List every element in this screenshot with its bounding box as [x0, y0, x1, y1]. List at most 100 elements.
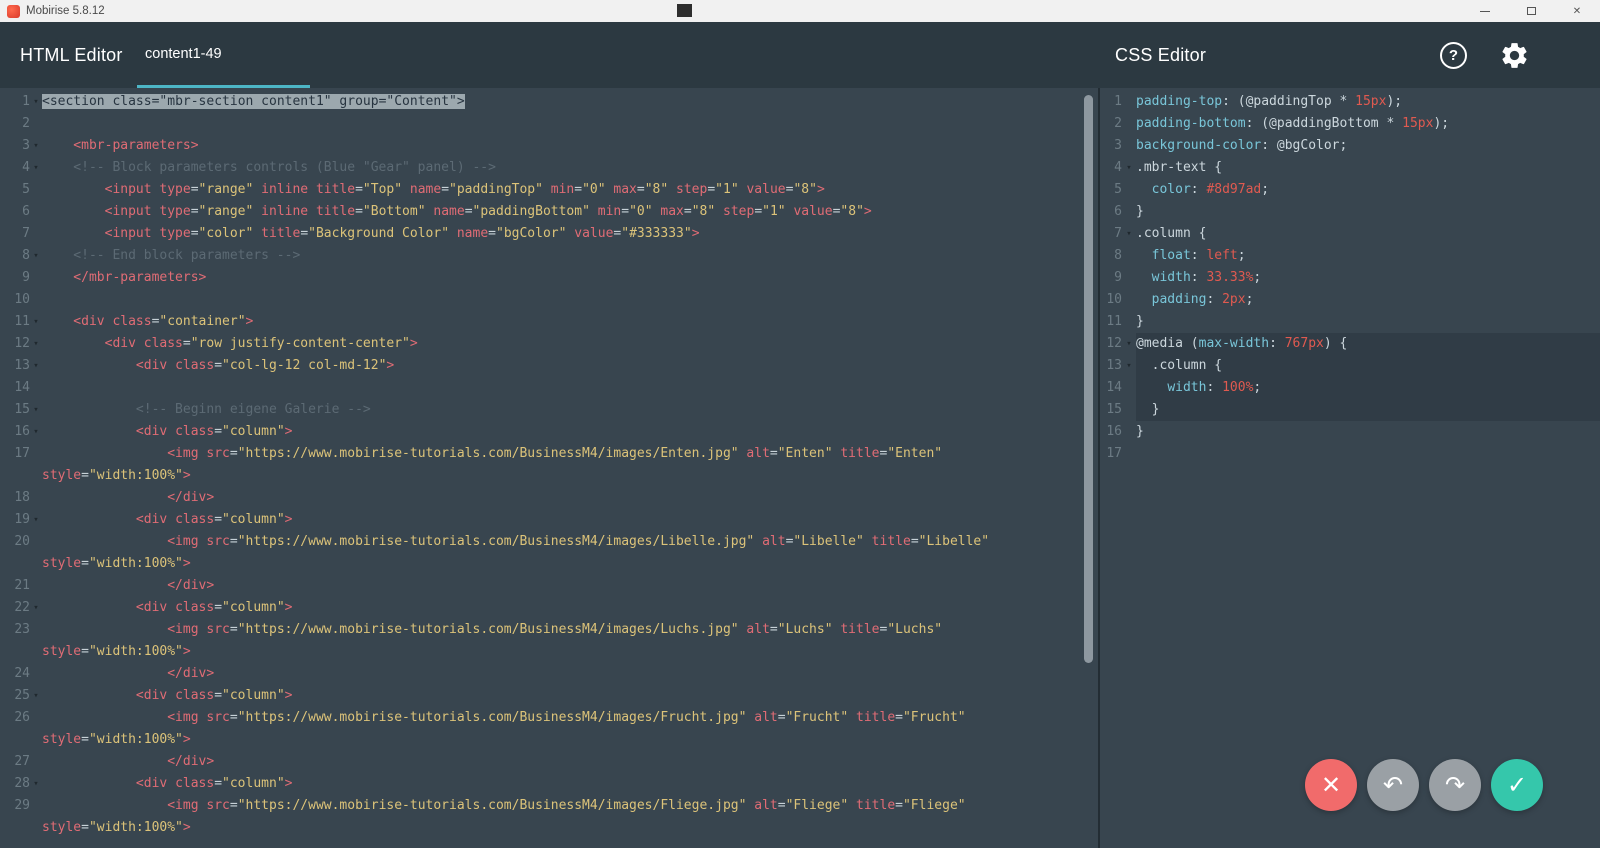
fold-arrow-icon[interactable]: ▾: [30, 773, 42, 795]
code-line-14[interactable]: 14: [0, 377, 1098, 399]
html-editor-title: HTML Editor: [20, 22, 123, 88]
code-line-wrap[interactable]: style="width:100%">: [0, 553, 1098, 575]
code-line-19[interactable]: 19▾ <div class="column">: [0, 509, 1098, 531]
line-number: 27: [0, 751, 30, 773]
fold-arrow-icon[interactable]: ▾: [30, 245, 42, 267]
code-line-3[interactable]: 3▾ <mbr-parameters>: [0, 135, 1098, 157]
line-number: 3: [1100, 135, 1122, 157]
fold-arrow-icon[interactable]: ▾: [30, 91, 42, 113]
code-line-4[interactable]: 4▾.mbr-text {: [1100, 157, 1600, 179]
code-line-16[interactable]: 16}: [1100, 421, 1600, 443]
code-line-8[interactable]: 8 float: left;: [1100, 245, 1600, 267]
code-line-10[interactable]: 10: [0, 289, 1098, 311]
help-icon[interactable]: ?: [1440, 42, 1467, 69]
save-button[interactable]: ✓: [1491, 759, 1543, 811]
fold-arrow-icon[interactable]: ▾: [30, 333, 42, 355]
code-line-20[interactable]: 20 <img src="https://www.mobirise-tutori…: [0, 531, 1098, 553]
fold-arrow-icon[interactable]: ▾: [1122, 157, 1136, 179]
code-line-17[interactable]: 17: [1100, 443, 1600, 465]
code-line-16[interactable]: 16▾ <div class="column">: [0, 421, 1098, 443]
code-line-wrap[interactable]: style="width:100%">: [0, 641, 1098, 663]
code-line-23[interactable]: 23 <img src="https://www.mobirise-tutori…: [0, 619, 1098, 641]
css-editor-title: CSS Editor: [1115, 22, 1206, 88]
html-editor-pane[interactable]: 1▾<section class="mbr-section content1" …: [0, 88, 1100, 848]
html-editor-scrollbar[interactable]: [1084, 95, 1093, 663]
gear-icon[interactable]: [1499, 40, 1530, 71]
code-line-21[interactable]: 21 </div>: [0, 575, 1098, 597]
close-window-button[interactable]: ✕: [1554, 0, 1600, 22]
fold-arrow-icon[interactable]: ▾: [1122, 223, 1136, 245]
line-number: 9: [0, 267, 30, 289]
fold-arrow-icon[interactable]: ▾: [30, 399, 42, 421]
code-line-2[interactable]: 2padding-bottom: (@paddingBottom * 15px)…: [1100, 113, 1600, 135]
maximize-button[interactable]: [1508, 0, 1554, 22]
code-line-6[interactable]: 6}: [1100, 201, 1600, 223]
code-text: <img src="https://www.mobirise-tutorials…: [42, 531, 1098, 553]
fold-gutter: [30, 267, 42, 289]
code-line-24[interactable]: 24 </div>: [0, 663, 1098, 685]
code-line-28[interactable]: 28▾ <div class="column">: [0, 773, 1098, 795]
fold-gutter: [30, 707, 42, 729]
code-text: style="width:100%">: [42, 641, 1098, 663]
code-line-12[interactable]: 12▾ <div class="row justify-content-cent…: [0, 333, 1098, 355]
code-line-wrap[interactable]: style="width:100%">: [0, 729, 1098, 751]
code-line-6[interactable]: 6 <input type="range" inline title="Bott…: [0, 201, 1098, 223]
code-line-15[interactable]: 15 }: [1100, 399, 1600, 421]
css-editor-pane[interactable]: 1padding-top: (@paddingTop * 15px);2padd…: [1100, 88, 1600, 848]
redo-icon: ↷: [1445, 771, 1465, 799]
code-line-29[interactable]: 29 <img src="https://www.mobirise-tutori…: [0, 795, 1098, 817]
code-line-15[interactable]: 15▾ <!-- Beginn eigene Galerie -->: [0, 399, 1098, 421]
fold-arrow-icon[interactable]: ▾: [30, 157, 42, 179]
editor-header: HTML Editor content1-49 CSS Editor ?: [0, 22, 1600, 88]
tab-content1-49[interactable]: content1-49: [137, 22, 310, 88]
fold-arrow-icon[interactable]: ▾: [30, 311, 42, 333]
code-line-10[interactable]: 10 padding: 2px;: [1100, 289, 1600, 311]
code-line-wrap[interactable]: style="width:100%">: [0, 817, 1098, 839]
code-line-26[interactable]: 26 <img src="https://www.mobirise-tutori…: [0, 707, 1098, 729]
fold-arrow-icon[interactable]: ▾: [1122, 333, 1136, 355]
fold-arrow-icon[interactable]: ▾: [30, 355, 42, 377]
discard-button[interactable]: ✕: [1305, 759, 1357, 811]
line-number: 28: [0, 773, 30, 795]
code-line-5[interactable]: 5 color: #8d97ad;: [1100, 179, 1600, 201]
code-line-13[interactable]: 13▾ <div class="col-lg-12 col-md-12">: [0, 355, 1098, 377]
fold-arrow-icon[interactable]: ▾: [30, 597, 42, 619]
fold-arrow-icon[interactable]: ▾: [30, 685, 42, 707]
code-line-1[interactable]: 1▾<section class="mbr-section content1" …: [0, 91, 1098, 113]
fold-arrow-icon[interactable]: ▾: [1122, 355, 1136, 377]
code-line-12[interactable]: 12▾@media (max-width: 767px) {: [1100, 333, 1600, 355]
code-line-7[interactable]: 7 <input type="color" title="Background …: [0, 223, 1098, 245]
fold-arrow-icon[interactable]: ▾: [30, 421, 42, 443]
code-line-9[interactable]: 9 </mbr-parameters>: [0, 267, 1098, 289]
code-line-13[interactable]: 13▾ .column {: [1100, 355, 1600, 377]
undo-button[interactable]: ↶: [1367, 759, 1419, 811]
code-line-11[interactable]: 11▾ <div class="container">: [0, 311, 1098, 333]
code-line-14[interactable]: 14 width: 100%;: [1100, 377, 1600, 399]
editor-panes: 1▾<section class="mbr-section content1" …: [0, 88, 1600, 848]
fold-arrow-icon[interactable]: ▾: [30, 509, 42, 531]
code-line-18[interactable]: 18 </div>: [0, 487, 1098, 509]
code-text: <img src="https://www.mobirise-tutorials…: [42, 443, 1098, 465]
code-line-9[interactable]: 9 width: 33.33%;: [1100, 267, 1600, 289]
code-line-3[interactable]: 3background-color: @bgColor;: [1100, 135, 1600, 157]
code-line-11[interactable]: 11}: [1100, 311, 1600, 333]
code-line-7[interactable]: 7▾.column {: [1100, 223, 1600, 245]
code-line-2[interactable]: 2: [0, 113, 1098, 135]
code-text: <div class="col-lg-12 col-md-12">: [42, 355, 1098, 377]
code-line-17[interactable]: 17 <img src="https://www.mobirise-tutori…: [0, 443, 1098, 465]
code-line-25[interactable]: 25▾ <div class="column">: [0, 685, 1098, 707]
fold-gutter: [30, 531, 42, 553]
code-line-8[interactable]: 8▾ <!-- End block parameters -->: [0, 245, 1098, 267]
code-line-wrap[interactable]: style="width:100%">: [0, 465, 1098, 487]
fold-arrow-icon[interactable]: ▾: [30, 135, 42, 157]
code-line-27[interactable]: 27 </div>: [0, 751, 1098, 773]
fold-gutter: [30, 619, 42, 641]
code-line-1[interactable]: 1padding-top: (@paddingTop * 15px);: [1100, 91, 1600, 113]
code-line-5[interactable]: 5 <input type="range" inline title="Top"…: [0, 179, 1098, 201]
redo-button[interactable]: ↷: [1429, 759, 1481, 811]
line-number: 12: [0, 333, 30, 355]
code-line-22[interactable]: 22▾ <div class="column">: [0, 597, 1098, 619]
code-line-4[interactable]: 4▾ <!-- Block parameters controls (Blue …: [0, 157, 1098, 179]
fold-gutter: [30, 729, 42, 751]
minimize-button[interactable]: [1462, 0, 1508, 22]
